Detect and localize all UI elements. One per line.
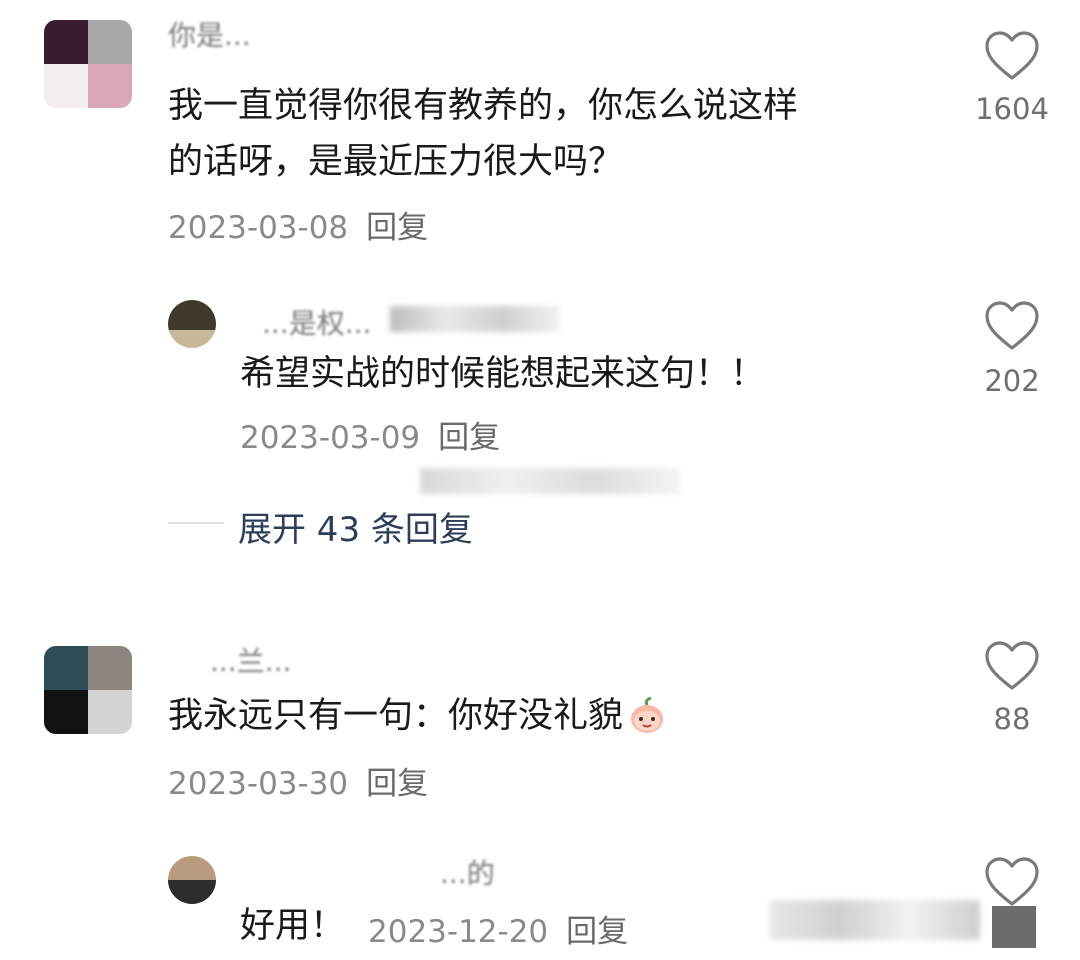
reply-button[interactable]: 回复 (366, 210, 428, 246)
avatar[interactable] (44, 646, 132, 734)
like-count: 88 (993, 702, 1031, 736)
heart-icon (985, 301, 1039, 350)
heart-icon (985, 857, 1039, 906)
like-button[interactable] (984, 640, 1044, 692)
reply-text: 好用！ (240, 906, 346, 946)
reply-username[interactable]: ...的 (440, 852, 495, 892)
comment-text: 的话呀，是最近压力很大吗？ (168, 142, 624, 182)
redacted-count-block (992, 906, 1036, 948)
like-button[interactable] (984, 856, 1044, 908)
reply-button[interactable]: 回复 (566, 914, 628, 950)
like-button[interactable] (984, 300, 1044, 352)
like-count: 202 (984, 364, 1040, 398)
reply-date: 2023-03-09 (240, 420, 421, 456)
redacted-name-blur (390, 306, 560, 332)
reply-username[interactable]: ...是权... (262, 302, 371, 342)
reply-date: 2023-12-20 (368, 914, 549, 950)
avatar[interactable] (44, 20, 132, 108)
comment-text: 我永远只有一句：你好没礼貌 (168, 688, 667, 744)
username[interactable]: 你是... (168, 14, 251, 54)
comment-date: 2023-03-30 (168, 766, 349, 802)
expand-divider (168, 522, 224, 524)
reply-button[interactable]: 回复 (366, 766, 428, 802)
reply-button[interactable]: 回复 (438, 420, 500, 456)
reply-avatar[interactable] (168, 300, 216, 348)
expand-replies-link[interactable]: 展开 43 条回复 (238, 502, 473, 551)
heart-icon (985, 31, 1039, 80)
watermark-blur (770, 900, 980, 940)
reply-avatar[interactable] (168, 856, 216, 904)
heart-icon (985, 641, 1039, 690)
reply-text: 希望实战的时候能想起来这句！！ (240, 354, 766, 394)
like-count: 1604 (975, 92, 1049, 126)
watermark-blur (420, 468, 680, 494)
username[interactable]: ...兰... (210, 640, 291, 680)
like-button[interactable] (984, 30, 1044, 82)
peach-face-emoji (631, 697, 664, 733)
comment-text: 我一直觉得你很有教养的，你怎么说这样 (168, 86, 799, 126)
comment-date: 2023-03-08 (168, 210, 349, 246)
